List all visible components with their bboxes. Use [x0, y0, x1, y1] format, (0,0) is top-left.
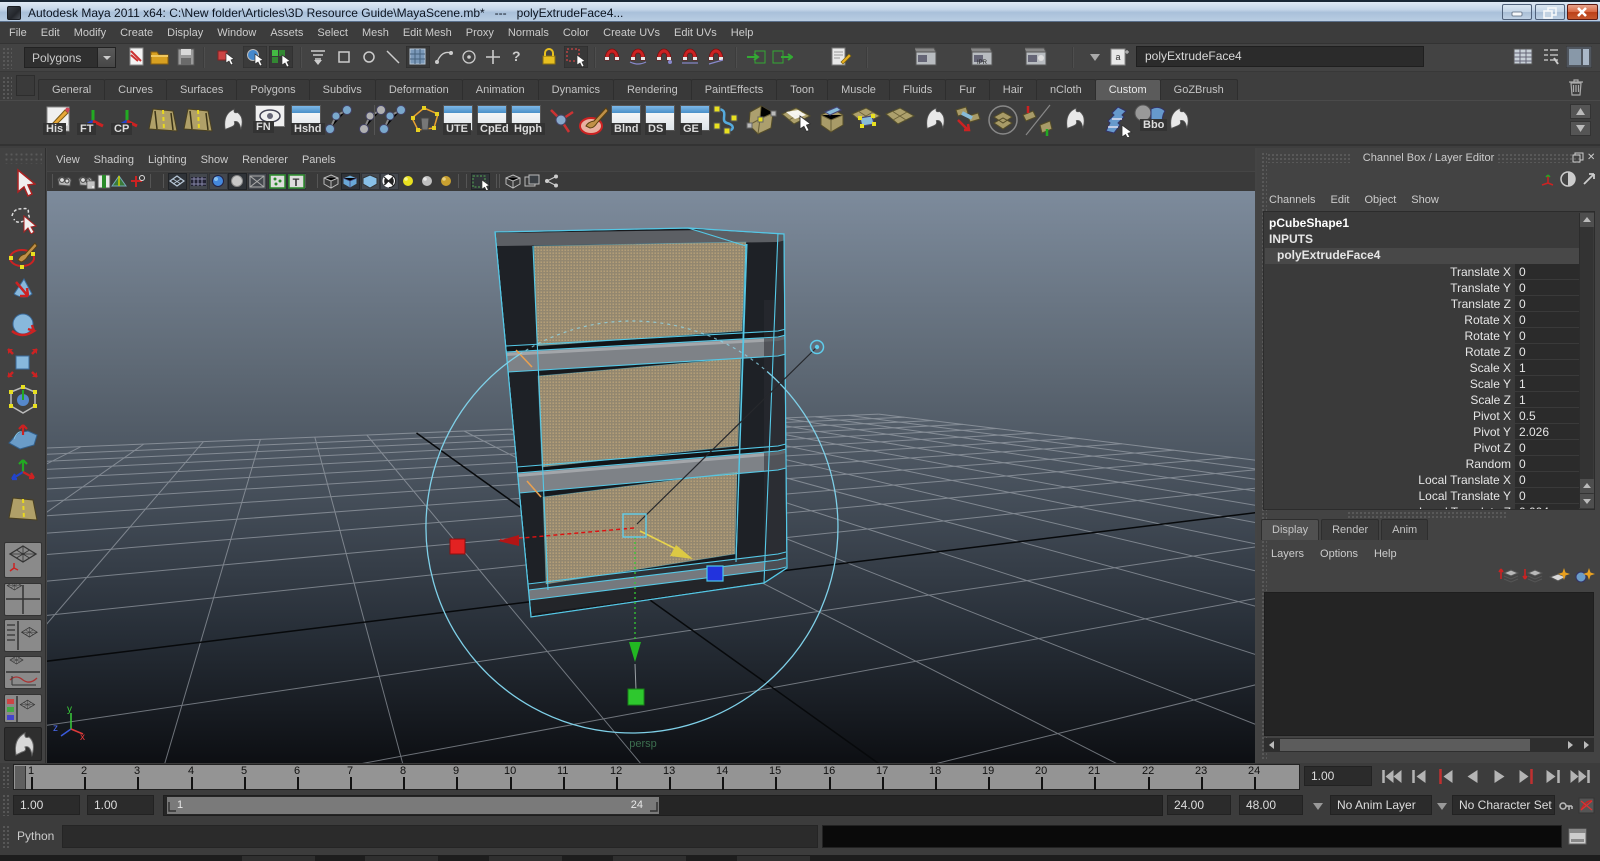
- svg-text:IPR: IPR: [977, 60, 988, 66]
- svg-text:a: a: [1115, 52, 1120, 62]
- svg-text:x: x: [80, 732, 85, 743]
- svg-text:persp: persp: [629, 738, 657, 750]
- svg-text:z: z: [53, 723, 58, 734]
- svg-text:y: y: [67, 704, 72, 715]
- svg-text:T: T: [293, 177, 300, 189]
